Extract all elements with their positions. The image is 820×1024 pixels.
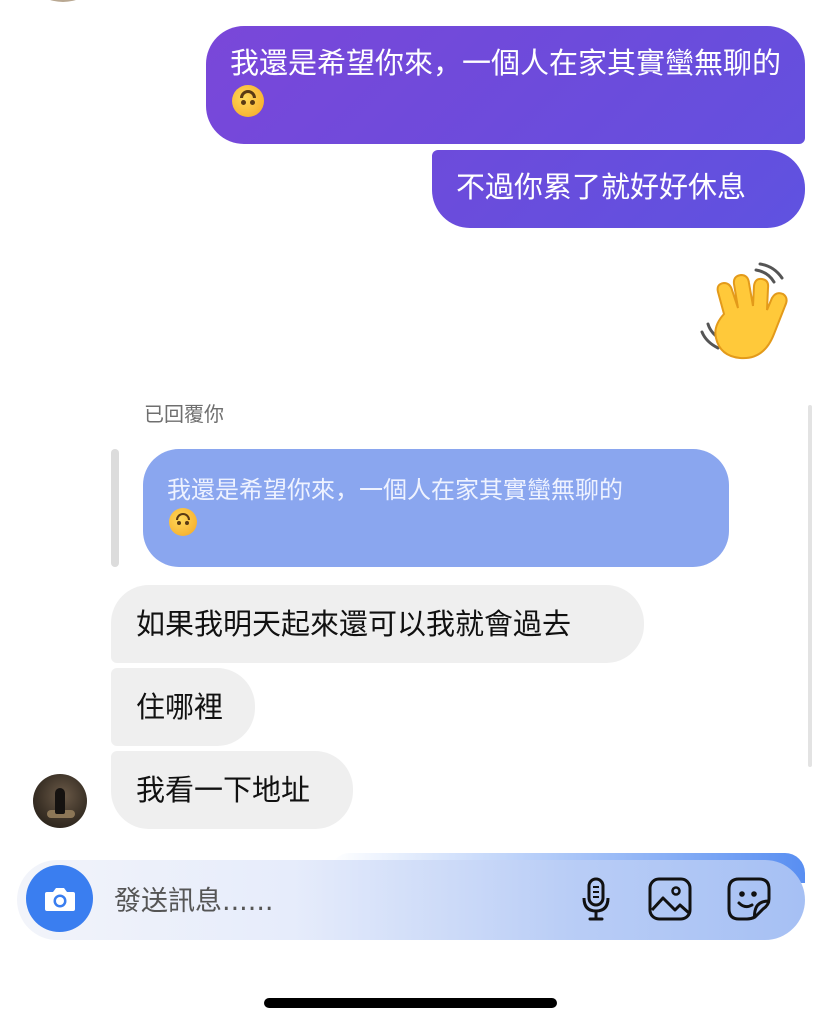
sticker-icon (727, 877, 771, 921)
waving-hand-emoji-icon[interactable] (694, 262, 804, 366)
microphone-button[interactable] (570, 873, 622, 925)
received-message-text: 我看一下地址 (136, 773, 311, 807)
received-message-bubble[interactable]: 住哪裡 (111, 668, 255, 746)
upside-down-face-emoji-icon (232, 85, 264, 117)
upside-down-face-emoji-icon (169, 508, 197, 536)
replied-to-you-label: 已回覆你 (144, 402, 224, 426)
sent-message-text: 不過你累了就好好休息 (456, 170, 747, 204)
home-indicator[interactable] (264, 998, 557, 1008)
gallery-icon (648, 877, 692, 921)
previous-avatar-partial (38, 0, 88, 2)
received-message-bubble[interactable]: 如果我明天起來還可以我就會過去 (111, 585, 644, 663)
reply-indicator-bar (111, 449, 119, 567)
quoted-message-bubble[interactable]: 我還是希望你來，一個人在家其實蠻無聊的 (143, 449, 729, 567)
sent-message-bubble[interactable]: 我還是希望你來，一個人在家其實蠻無聊的 (206, 26, 805, 144)
sender-avatar[interactable] (33, 774, 87, 828)
sent-message-bubble[interactable]: 不過你累了就好好休息 (432, 150, 805, 228)
received-message-bubble[interactable]: 我看一下地址 (111, 751, 353, 829)
quoted-message-text: 我還是希望你來，一個人在家其實蠻無聊的 (167, 476, 623, 504)
microphone-icon (582, 877, 610, 921)
sent-message-text: 我還是希望你來，一個人在家其實蠻無聊的 (230, 46, 782, 80)
camera-icon (44, 887, 75, 911)
sticker-button[interactable] (723, 873, 775, 925)
received-message-text: 住哪裡 (136, 690, 224, 724)
message-input[interactable] (112, 875, 556, 927)
scrollbar[interactable] (808, 405, 812, 767)
received-message-text: 如果我明天起來還可以我就會過去 (136, 607, 572, 641)
camera-button[interactable] (26, 865, 93, 932)
gallery-button[interactable] (644, 873, 696, 925)
